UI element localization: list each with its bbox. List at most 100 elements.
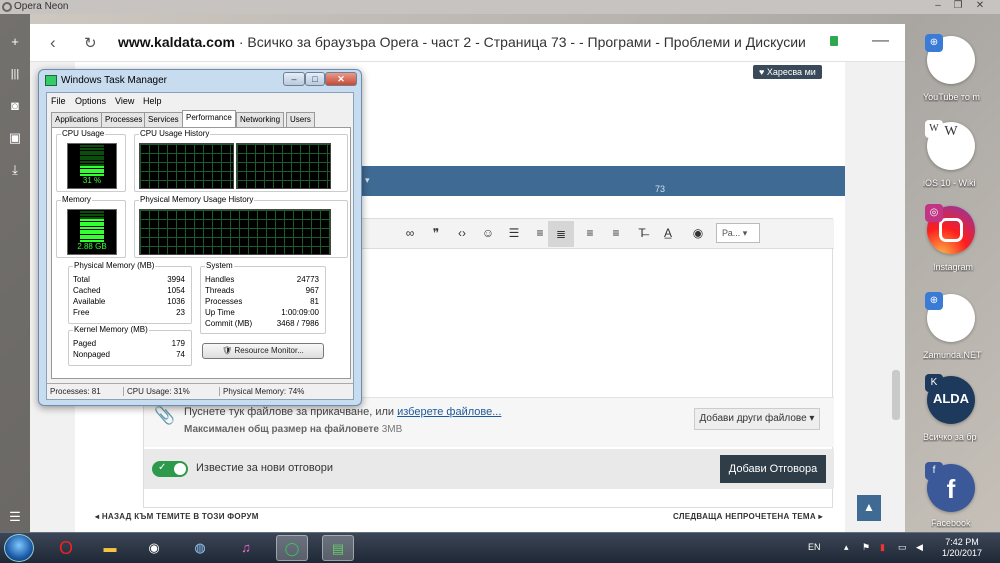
kernel-nonpaged-row: Nonpaged 74 [73,350,185,359]
gallery-icon[interactable]: ▣ [7,130,23,146]
url-text[interactable]: www.kaldata.com · Всичко за браузъра Ope… [118,34,828,50]
memory-meter-segment [80,214,104,216]
back-icon[interactable]: ‹ [50,33,56,53]
kaldata-badge-icon: K [925,374,943,392]
close-icon[interactable]: ✕ [972,0,988,11]
tm-menu-options[interactable]: Options [75,96,106,106]
address-bar[interactable]: ‹ ↻ www.kaldata.com · Всичко за браузъра… [30,24,905,62]
download-icon[interactable]: ⤓ [7,162,23,178]
tm-close-button[interactable]: ✕ [325,72,357,86]
tab-processes[interactable]: Processes [101,112,147,127]
window-title: Opera Neon [14,1,69,12]
memory-meter-segment [80,219,104,222]
maximize-icon[interactable]: ❐ [950,0,966,11]
task-manager-titlebar[interactable]: Windows Task Manager – □ ✕ [39,70,361,92]
tray-volume-icon[interactable]: ◀ [916,542,927,553]
tab-performance[interactable]: Performance [182,110,236,128]
system-commit-row: Commit (MB) 3468 / 7986 [205,319,319,328]
speed-dial-wikipedia-label: iOS 10 - Wiki [923,178,976,188]
tm-statusbar: Processes: 81 CPU Usage: 31% Physical Me… [47,383,353,399]
cpu-meter-segment [80,155,104,158]
taskbar-clock[interactable]: 7:42 PM 1/20/2017 [936,537,988,559]
page-scrollbar[interactable] [892,370,900,420]
quote-icon[interactable]: ❞ [426,226,446,240]
cpu-history-graph-1 [139,143,234,189]
memory-group: Memory 2.88 GB [56,195,126,258]
tab-users[interactable]: Users [286,112,315,127]
tm-menu-view[interactable]: View [115,96,134,106]
drop-files-text: Пуснете тук файлове за прикачване, или и… [184,406,502,418]
menu-icon[interactable]: ☰ [7,509,23,525]
cpu-meter-segment [80,145,104,148]
kernel-memory-group: Kernel Memory (MB) Paged 179 Nonpaged 74 [68,325,192,366]
browser-titlebar: Opera Neon – ❐ ✕ [0,0,1000,14]
cpu-meter-segment [80,168,104,171]
taskbar-qbittorrent-icon[interactable]: ◍ [184,535,216,561]
memory-meter-segment [80,224,104,227]
tm-minimize-button[interactable]: – [283,72,305,86]
start-button[interactable] [4,534,34,562]
submit-reply-button[interactable]: Добави Отговора [720,455,826,483]
opera-neon-logo-icon [2,2,12,12]
tm-menu-help[interactable]: Help [143,96,162,106]
tray-monitor-icon[interactable]: ▭ [898,542,909,553]
font-color-icon[interactable]: A̲ [658,226,678,240]
bullet-list-icon[interactable]: ☰ [504,226,524,240]
pagination-fragment[interactable]: 73 ▾ [365,175,665,194]
tray-network-icon[interactable]: ▮ [880,542,891,553]
taskbar-itunes-icon[interactable]: ♫ [230,535,262,561]
tray-action-center-icon[interactable]: ⚑ [862,542,873,553]
numbered-list-icon[interactable]: ≡ [530,226,550,240]
clock-date: 1/20/2017 [941,548,983,558]
tab-applications[interactable]: Applications [51,112,103,127]
taskbar-explorer-icon[interactable]: ▬ [94,535,126,561]
like-button[interactable]: ♥ Харесва ми [753,65,822,79]
cpu-meter-segment [80,171,104,174]
taskbar-opera-neon-icon[interactable]: ◯ [276,535,308,561]
reload-icon[interactable]: ↻ [84,34,97,52]
cpu-meter-segment [80,166,104,169]
tab-networking[interactable]: Networking [236,112,285,127]
cpu-meter-segment [80,150,104,153]
language-indicator[interactable]: EN [808,542,821,552]
minimize-page-icon[interactable]: — [872,30,889,50]
add-files-button[interactable]: Добави други файлове ▾ [694,408,820,430]
tabs-icon[interactable]: ||| [7,66,23,82]
clock-time: 7:42 PM [945,537,979,547]
tray-up-arrow-icon[interactable]: ▴ [844,542,855,553]
resource-monitor-button[interactable]: 🛡 Resource Monitor... [202,343,324,359]
cpu-usage-value: 31 % [82,176,102,185]
align-center-icon[interactable]: ≡ [580,226,600,240]
paperclip-icon: 📎 [154,406,176,425]
clear-format-icon[interactable]: T̶ [632,226,652,240]
scroll-to-top-button[interactable]: ▲ [857,495,881,521]
font-select[interactable]: Ра... ▾ [716,223,760,243]
tab-services[interactable]: Services [144,112,183,127]
plus-icon[interactable]: + [7,34,23,50]
youtube-badge-icon: ⊕ [925,34,943,52]
choose-files-link[interactable]: изберете файлове... [397,406,501,418]
taskbar-opera-icon[interactable]: O [50,535,82,561]
notify-toggle[interactable]: ✓ [152,461,188,477]
cpu-history-group: CPU Usage History [134,129,348,192]
minimize-icon[interactable]: – [930,0,946,11]
tm-maximize-button[interactable]: □ [305,72,325,86]
taskbar-steam-icon[interactable]: ◉ [138,535,170,561]
camera-icon[interactable]: ◙ [7,98,23,114]
code-icon[interactable]: ‹› [452,226,472,240]
back-to-topics-link[interactable]: ◂ НАЗАД КЪМ ТЕМИТЕ В ТОЗИ ФОРУМ [95,512,259,521]
next-unread-link[interactable]: СЛЕДВАЩА НЕПРОЧЕТЕНА ТЕМА ▸ [673,512,823,521]
physical-memory-free-row: Free 23 [73,308,185,317]
cpu-usage-meter: 31 % [67,143,117,189]
url-page-title: · Всичко за браузъра Opera - част 2 - Ст… [234,34,806,50]
tm-menu-file[interactable]: File [51,96,66,106]
emoticon-icon[interactable]: ☺ [478,226,498,240]
align-right-icon[interactable]: ≡ [606,226,626,240]
status-processes: Processes: 81 [50,387,101,396]
system-group: System Handles 24773 Threads 967 Processes… [200,261,326,334]
preview-eye-icon[interactable]: ◉ [688,226,708,240]
link-icon[interactable]: ∞ [400,226,420,240]
align-left-icon[interactable]: ≣ [548,221,574,247]
taskbar-task-manager-icon[interactable]: ▤ [322,535,354,561]
system-processes-row: Processes 81 [205,297,319,306]
